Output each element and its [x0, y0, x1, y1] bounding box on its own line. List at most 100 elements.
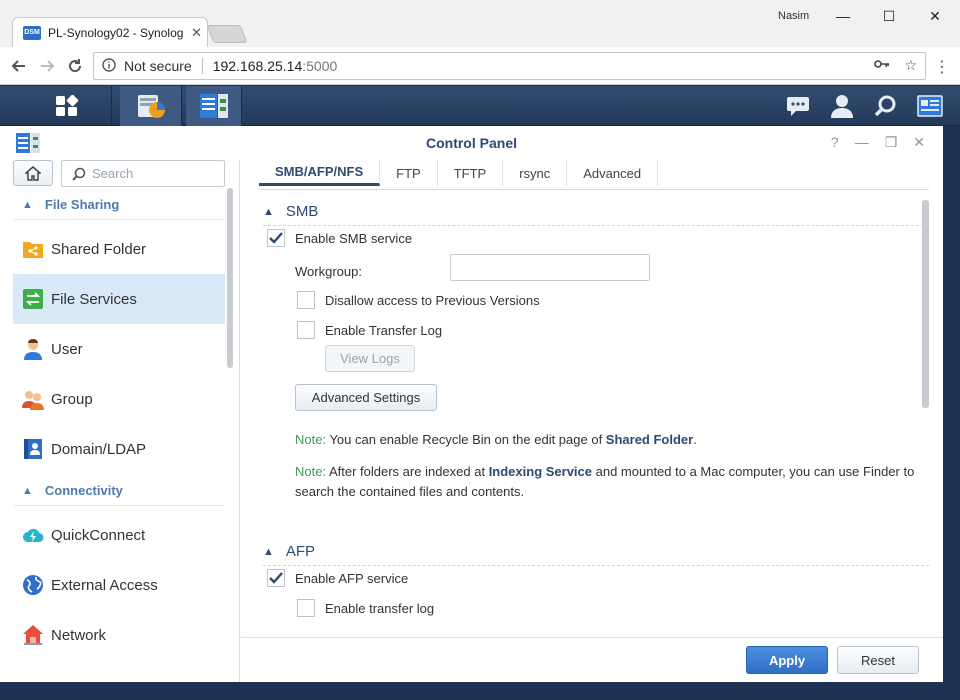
address-bar[interactable]: Not secure 192.168.25.14:5000 ☆: [93, 52, 926, 80]
enable-smb-label: Enable SMB service: [295, 230, 413, 246]
reset-button[interactable]: Reset: [837, 646, 919, 674]
sidebar-item-external-access[interactable]: External Access: [13, 560, 225, 610]
note-prefix: Note:: [295, 464, 327, 479]
sidebar-item-label: Group: [51, 390, 93, 408]
note-prefix: Note:: [295, 432, 327, 447]
chevron-up-icon: ▲: [22, 198, 33, 211]
sidebar-item-user[interactable]: User: [13, 324, 225, 374]
window-close-icon[interactable]: ✕: [912, 4, 958, 28]
tab-advanced[interactable]: Advanced: [567, 160, 659, 186]
tab-smb-afp-nfs[interactable]: SMB/AFP/NFS: [259, 160, 381, 186]
sidebar-item-quickconnect[interactable]: QuickConnect: [13, 510, 225, 560]
browser-user-name[interactable]: Nasim: [778, 10, 809, 22]
settings-content: ▲ SMB Enable SMB service Workgroup: Disa…: [241, 198, 931, 636]
afp-transfer-log-checkbox[interactable]: [297, 599, 315, 617]
recycle-bin-note: Note: You can enable Recycle Bin on the …: [295, 430, 925, 450]
chevron-up-icon: ▲: [22, 484, 33, 497]
sidebar-item-file-services[interactable]: File Services: [13, 274, 225, 324]
enable-afp-checkbox[interactable]: [267, 569, 285, 587]
sidebar-scrollbar[interactable]: [227, 188, 233, 368]
window-minimize-icon[interactable]: —: [820, 4, 866, 28]
tab-close-icon[interactable]: ✕: [191, 25, 202, 41]
main-panel: SMB/AFP/NFS FTP TFTP rsync Advanced ▲ SM…: [241, 160, 943, 636]
tab-ftp[interactable]: FTP: [380, 160, 438, 186]
tab-tftp[interactable]: TFTP: [438, 160, 504, 186]
search-field[interactable]: [61, 160, 225, 187]
indexing-service-link[interactable]: Indexing Service: [489, 464, 592, 479]
close-icon[interactable]: ✕: [913, 134, 925, 151]
desktop-background: [943, 226, 960, 700]
reload-icon[interactable]: [64, 55, 86, 77]
domain-ldap-icon: [22, 438, 44, 460]
kebab-menu-icon[interactable]: ⋮: [934, 57, 950, 77]
sidebar-category-label: Connectivity: [44, 483, 123, 498]
enable-afp-row[interactable]: Enable AFP service: [267, 567, 408, 589]
arrow-right-icon[interactable]: [36, 55, 58, 77]
disallow-previous-versions-row[interactable]: Disallow access to Previous Versions: [297, 289, 540, 311]
control-panel-icon[interactable]: [186, 86, 242, 126]
view-logs-button[interactable]: View Logs: [325, 345, 415, 372]
maximize-icon[interactable]: ❐: [885, 134, 898, 151]
window-title-bar[interactable]: Control Panel ? — ❐ ✕: [0, 126, 943, 160]
tab-rsync[interactable]: rsync: [503, 160, 568, 186]
sidebar-item-label: Network: [51, 626, 107, 644]
help-icon[interactable]: ?: [831, 134, 839, 151]
search-input[interactable]: [92, 166, 212, 181]
shared-folder-icon: [22, 238, 44, 260]
sidebar: ▲ File Sharing Shared Folder File Servic…: [0, 160, 240, 682]
quickconnect-icon: [22, 524, 44, 546]
browser-toolbar: Not secure 192.168.25.14:5000 ☆ ⋮: [0, 47, 960, 85]
enable-smb-checkbox[interactable]: [267, 229, 285, 247]
star-icon[interactable]: ☆: [904, 57, 917, 74]
minimize-icon[interactable]: —: [855, 134, 869, 151]
indexing-note: Note: After folders are indexed at Index…: [295, 462, 925, 502]
group-icon: [22, 388, 44, 410]
apply-button[interactable]: Apply: [746, 646, 828, 674]
sidebar-item-shared-folder[interactable]: Shared Folder: [13, 224, 225, 274]
window-maximize-icon[interactable]: ☐: [866, 4, 912, 28]
widgets-icon[interactable]: [908, 86, 952, 126]
user-icon: [22, 338, 44, 360]
workgroup-label: Workgroup:: [295, 263, 362, 279]
shared-folder-link[interactable]: Shared Folder: [606, 432, 693, 447]
browser-tab[interactable]: DSM PL-Synology02 - Synology ✕: [12, 17, 208, 47]
sidebar-category-connectivity[interactable]: ▲ Connectivity: [14, 476, 224, 506]
dsm-taskbar: [0, 86, 960, 126]
main-scrollbar[interactable]: [922, 200, 929, 408]
new-tab-button[interactable]: [206, 25, 248, 43]
home-button[interactable]: [13, 160, 53, 186]
sidebar-category-label: File Sharing: [44, 197, 120, 212]
search-icon[interactable]: [864, 86, 908, 126]
smb-transfer-log-checkbox[interactable]: [297, 321, 315, 339]
arrow-left-icon[interactable]: [8, 55, 30, 77]
storage-manager-icon[interactable]: [120, 86, 182, 126]
workgroup-input[interactable]: [450, 254, 650, 281]
info-icon[interactable]: [102, 57, 116, 75]
chat-icon[interactable]: [776, 86, 820, 126]
key-icon[interactable]: [874, 57, 890, 74]
sidebar-category-file-sharing[interactable]: ▲ File Sharing: [14, 190, 224, 220]
sidebar-item-network[interactable]: Network: [13, 610, 225, 660]
checkmark-icon: [269, 572, 283, 584]
user-icon[interactable]: [820, 86, 864, 126]
main-menu-icon[interactable]: [22, 86, 112, 126]
advanced-settings-button[interactable]: Advanced Settings: [295, 384, 437, 411]
smb-transfer-log-row[interactable]: Enable Transfer Log: [297, 319, 442, 341]
enable-smb-row[interactable]: Enable SMB service: [267, 227, 412, 249]
browser-tab-title: PL-Synology02 - Synology: [48, 25, 183, 40]
afp-transfer-log-row[interactable]: Enable transfer log: [297, 597, 434, 619]
network-icon: [22, 624, 44, 646]
sidebar-item-domain-ldap[interactable]: Domain/LDAP: [13, 424, 225, 474]
smb-section-header[interactable]: ▲ SMB: [263, 198, 929, 226]
chevron-up-icon: ▲: [263, 205, 274, 218]
disallow-previous-versions-checkbox[interactable]: [297, 291, 315, 309]
afp-transfer-log-label: Enable transfer log: [325, 600, 435, 616]
sidebar-item-label: External Access: [51, 576, 158, 594]
afp-section-header[interactable]: ▲ AFP: [263, 538, 929, 566]
file-services-icon: [22, 288, 44, 310]
address-separator: [201, 58, 203, 74]
sidebar-item-group[interactable]: Group: [13, 374, 225, 424]
enable-afp-label: Enable AFP service: [295, 570, 409, 586]
disallow-previous-versions-label: Disallow access to Previous Versions: [325, 292, 540, 308]
control-panel-window: Control Panel ? — ❐ ✕ ▲ File Sharing Sha…: [0, 126, 943, 682]
